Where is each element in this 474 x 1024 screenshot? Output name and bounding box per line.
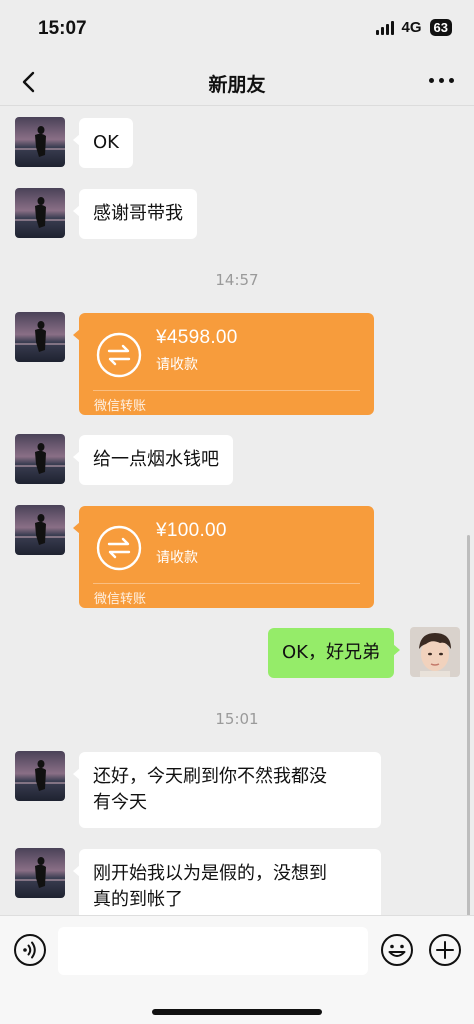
message-line: 还好，今天刷到你不然我都没 <box>93 766 327 787</box>
transfer-amount: ¥4598.00 <box>156 327 238 348</box>
message-timestamp: 14:57 <box>215 271 259 289</box>
message-bubble[interactable]: 刚开始我以为是假的，没想到 真的到帐了 <box>73 849 381 915</box>
contact-avatar[interactable] <box>15 117 65 167</box>
contact-avatar[interactable] <box>15 848 65 898</box>
transfer-icon <box>96 525 142 571</box>
message-bubble[interactable]: 还好，今天刷到你不然我都没 有今天 <box>73 752 381 828</box>
transfer-label: 微信转账 <box>94 399 147 414</box>
contact-avatar[interactable] <box>15 751 65 801</box>
contact-avatar[interactable] <box>15 188 65 238</box>
chat-title: 新朋友 <box>208 74 266 96</box>
chat-scrollbar[interactable] <box>467 535 470 915</box>
transfer-label: 微信转账 <box>94 592 147 607</box>
message-line: 真的到帐了 <box>93 889 183 910</box>
status-bar: 15:07 4G 63 <box>0 0 474 58</box>
battery-level: 63 <box>429 19 452 36</box>
transfer-divider <box>93 390 360 391</box>
contact-avatar[interactable] <box>15 505 65 555</box>
message-line: 刚开始我以为是假的，没想到 <box>93 863 327 884</box>
home-indicator[interactable] <box>152 1009 322 1015</box>
message-line: 有今天 <box>93 792 147 813</box>
transfer-amount: ¥100.00 <box>156 520 227 541</box>
nav-bar: 新朋友 <box>0 58 474 106</box>
status-time: 15:07 <box>38 18 87 39</box>
chat-screen: 15:07 4G 63 新朋友 OK 感谢哥带我 14:57 ¥4598.00 … <box>0 0 474 1024</box>
message-bubble[interactable]: 感谢哥带我 <box>73 189 197 239</box>
more-icon[interactable] <box>429 78 454 83</box>
message-bubble[interactable]: 给一点烟水钱吧 <box>73 435 233 485</box>
transfer-status: 请收款 <box>156 357 198 373</box>
plus-icon[interactable] <box>428 933 462 967</box>
voice-icon[interactable] <box>13 933 47 967</box>
self-avatar[interactable] <box>410 627 460 677</box>
emoji-icon[interactable] <box>380 933 414 967</box>
message-bubble-self[interactable]: OK，好兄弟 <box>268 628 400 678</box>
transfer-card[interactable]: ¥4598.00 请收款 微信转账 <box>73 313 374 415</box>
message-bubble[interactable]: OK <box>73 118 133 168</box>
transfer-card[interactable]: ¥100.00 请收款 微信转账 <box>73 506 374 608</box>
network-type: 4G <box>401 19 422 36</box>
transfer-divider <box>93 583 360 584</box>
message-timestamp: 15:01 <box>215 710 259 728</box>
transfer-status: 请收款 <box>156 550 198 566</box>
input-bar <box>0 915 474 1024</box>
transfer-icon <box>96 332 142 378</box>
signal-icon <box>375 20 394 35</box>
contact-avatar[interactable] <box>15 312 65 362</box>
message-list[interactable]: OK 感谢哥带我 14:57 ¥4598.00 请收款 微信转账 给一点烟水钱吧… <box>0 107 474 915</box>
message-input[interactable] <box>58 927 368 975</box>
status-indicators: 4G 63 <box>375 19 452 36</box>
contact-avatar[interactable] <box>15 434 65 484</box>
